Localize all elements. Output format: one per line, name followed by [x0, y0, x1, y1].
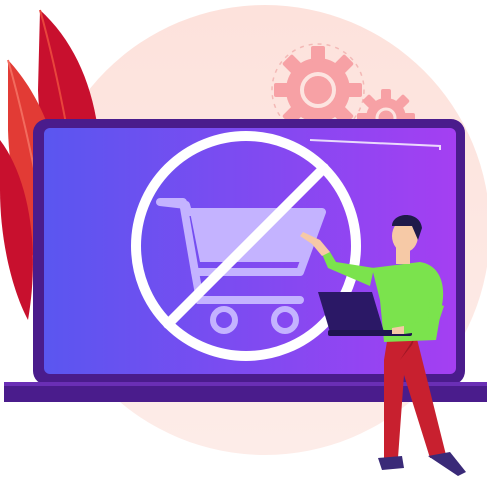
illustration-scene — [0, 0, 487, 481]
no-shopping-illustration — [0, 5, 487, 476]
